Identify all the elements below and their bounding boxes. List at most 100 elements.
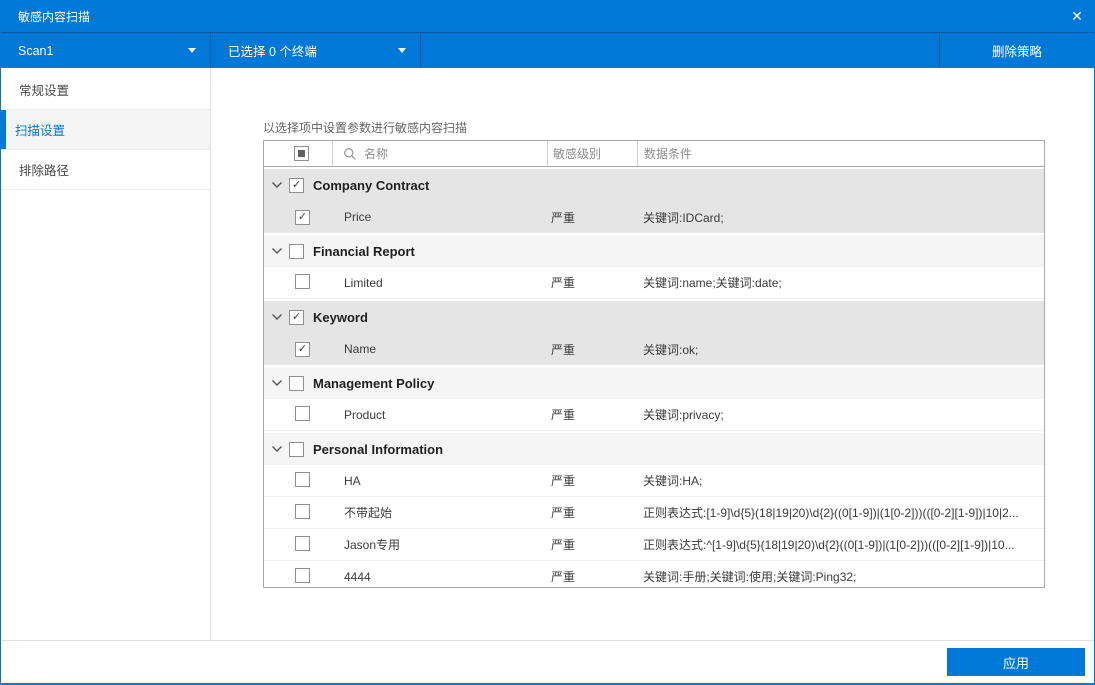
rule-group-section: ✓Keyword✓Name严重关键词:ok; bbox=[264, 301, 1044, 365]
group-row[interactable]: Financial Report bbox=[264, 235, 1044, 267]
terminal-dropdown[interactable]: 已选择 0 个终端 bbox=[211, 33, 421, 68]
rule-level: 严重 bbox=[547, 209, 637, 226]
rule-checkbox-cell bbox=[264, 536, 332, 554]
select-all-checkbox[interactable] bbox=[294, 146, 309, 161]
rule-checkbox[interactable] bbox=[295, 536, 310, 551]
rule-row[interactable]: ✓ Name严重关键词:ok; bbox=[264, 333, 1044, 365]
rule-group-section: Personal InformationHA严重关键词:HA;不带起始严重正则表… bbox=[264, 433, 1044, 588]
header-condition-cell: 数据条件 bbox=[637, 141, 1044, 166]
group-name: Management Policy bbox=[313, 376, 434, 391]
rule-name: HA bbox=[332, 474, 547, 488]
rule-condition: 正则表达式:^[1-9]\d{5}(18|19|20)\d{2}((0[1-9]… bbox=[637, 536, 1044, 553]
group-checkbox[interactable] bbox=[289, 376, 304, 391]
sidebar-item-0[interactable]: 常规设置 bbox=[1, 70, 210, 110]
chevron-down-icon[interactable] bbox=[271, 379, 283, 387]
rule-level: 严重 bbox=[547, 568, 637, 585]
search-icon[interactable] bbox=[343, 147, 357, 161]
sidebar-item-label: 扫描设置 bbox=[15, 120, 65, 139]
group-checkbox[interactable]: ✓ bbox=[289, 310, 304, 325]
header-name-cell: 名称 bbox=[332, 141, 547, 166]
rule-checkbox[interactable] bbox=[295, 274, 310, 289]
rules-table: 名称 敏感级别 数据条件 ✓Company Contract✓Price严重关键… bbox=[263, 140, 1045, 588]
header-checkbox-cell bbox=[264, 141, 332, 166]
group-name: Personal Information bbox=[313, 442, 443, 457]
rule-checkbox-cell bbox=[264, 472, 332, 490]
group-row[interactable]: Personal Information bbox=[264, 433, 1044, 465]
main-body: 常规设置扫描设置排除路径 以选择项中设置参数进行敏感内容扫描 bbox=[1, 68, 1094, 640]
rule-checkbox-cell bbox=[264, 504, 332, 522]
chevron-down-icon[interactable] bbox=[271, 247, 283, 255]
terminal-dropdown-value: 已选择 0 个终端 bbox=[228, 41, 398, 60]
footer-bar: 应用 bbox=[1, 640, 1094, 683]
rule-condition: 正则表达式:[1-9]\d{5}(18|19|20)\d{2}((0[1-9])… bbox=[637, 504, 1044, 521]
apply-button[interactable]: 应用 bbox=[947, 648, 1085, 676]
rule-condition: 关键词:IDCard; bbox=[637, 209, 1044, 226]
rule-level: 严重 bbox=[547, 472, 637, 489]
rule-level: 严重 bbox=[547, 341, 637, 358]
chevron-down-icon[interactable] bbox=[271, 445, 283, 453]
header-condition-label: 数据条件 bbox=[644, 145, 692, 162]
rule-checkbox-cell bbox=[264, 274, 332, 292]
group-row[interactable]: ✓ Company Contract bbox=[264, 169, 1044, 201]
rule-level: 严重 bbox=[547, 274, 637, 291]
group-checkbox[interactable]: ✓ bbox=[289, 178, 304, 193]
rule-group-section: Financial ReportLimited严重关键词:name;关键词:da… bbox=[264, 235, 1044, 299]
rule-name: 4444 bbox=[332, 570, 547, 584]
sidebar-item-1[interactable]: 扫描设置 bbox=[1, 110, 210, 150]
close-icon[interactable]: ✕ bbox=[1060, 0, 1094, 32]
chevron-down-icon[interactable] bbox=[271, 181, 283, 189]
rule-row[interactable]: Product严重关键词:privacy; bbox=[264, 399, 1044, 431]
group-row[interactable]: ✓Keyword bbox=[264, 301, 1044, 333]
rule-level: 严重 bbox=[547, 504, 637, 521]
rule-name: Product bbox=[332, 408, 547, 422]
rule-row[interactable]: ✓ Price严重关键词:IDCard; bbox=[264, 201, 1044, 233]
rule-name: Limited bbox=[332, 276, 547, 290]
toolbar-spacer bbox=[421, 33, 939, 68]
group-name: Company Contract bbox=[313, 178, 429, 193]
rule-level: 严重 bbox=[547, 536, 637, 553]
rule-row[interactable]: HA严重关键词:HA; bbox=[264, 465, 1044, 497]
rule-name: Price bbox=[332, 210, 547, 224]
rule-checkbox-cell bbox=[264, 568, 332, 586]
rule-checkbox[interactable]: ✓ bbox=[295, 210, 310, 225]
rule-checkbox-cell: ✓ bbox=[264, 341, 332, 357]
rule-group-section: Management Policy Product严重关键词:privacy; bbox=[264, 367, 1044, 431]
indeterminate-mark bbox=[298, 150, 305, 157]
rule-row[interactable]: Jason专用严重正则表达式:^[1-9]\d{5}(18|19|20)\d{2… bbox=[264, 529, 1044, 561]
delete-policy-label: 删除策略 bbox=[992, 41, 1042, 60]
policy-dropdown-value: Scan1 bbox=[18, 44, 188, 58]
sidebar-item-label: 排除路径 bbox=[19, 160, 69, 179]
rule-level: 严重 bbox=[547, 406, 637, 423]
rule-checkbox-cell bbox=[264, 406, 332, 424]
rule-checkbox[interactable] bbox=[295, 406, 310, 421]
selected-indicator bbox=[1, 110, 6, 149]
table-hint-text: 以选择项中设置参数进行敏感内容扫描 bbox=[263, 119, 467, 136]
rule-row[interactable]: 4444严重关键词:手册;关键词:使用;关键词:Ping32; bbox=[264, 561, 1044, 588]
header-level-label: 敏感级别 bbox=[553, 145, 601, 162]
rule-checkbox[interactable]: ✓ bbox=[295, 342, 310, 357]
group-checkbox[interactable] bbox=[289, 442, 304, 457]
rule-name: Name bbox=[332, 342, 547, 356]
rule-row[interactable]: 不带起始严重正则表达式:[1-9]\d{5}(18|19|20)\d{2}((0… bbox=[264, 497, 1044, 529]
policy-dropdown[interactable]: Scan1 bbox=[1, 33, 211, 68]
table-body: ✓Company Contract✓Price严重关键词:IDCard;Fina… bbox=[264, 169, 1044, 588]
rule-checkbox-cell: ✓ bbox=[264, 209, 332, 225]
chevron-down-icon[interactable] bbox=[271, 313, 283, 321]
rule-condition: 关键词:HA; bbox=[637, 472, 1044, 489]
delete-policy-button[interactable]: 删除策略 bbox=[939, 33, 1094, 68]
rule-group-section: ✓ Company Contract ✓ Price严重关键词:IDCard; bbox=[264, 169, 1044, 233]
group-checkbox[interactable] bbox=[289, 244, 304, 259]
rule-checkbox[interactable] bbox=[295, 504, 310, 519]
toolbar: Scan1 已选择 0 个终端 删除策略 bbox=[1, 32, 1094, 68]
header-name-label: 名称 bbox=[364, 145, 388, 162]
rule-row[interactable]: Limited严重关键词:name;关键词:date; bbox=[264, 267, 1044, 299]
sensitive-content-scan-window: 敏感内容扫描 ✕ Scan1 已选择 0 个终端 删除策略 常规设置扫描设置排除… bbox=[0, 0, 1095, 685]
caret-down-icon bbox=[398, 48, 406, 53]
window-title: 敏感内容扫描 bbox=[18, 8, 90, 25]
group-row[interactable]: Management Policy bbox=[264, 367, 1044, 399]
sidebar-item-2[interactable]: 排除路径 bbox=[1, 150, 210, 190]
rule-condition: 关键词:ok; bbox=[637, 341, 1044, 358]
rule-checkbox[interactable] bbox=[295, 568, 310, 583]
rule-condition: 关键词:name;关键词:date; bbox=[637, 274, 1044, 291]
rule-checkbox[interactable] bbox=[295, 472, 310, 487]
